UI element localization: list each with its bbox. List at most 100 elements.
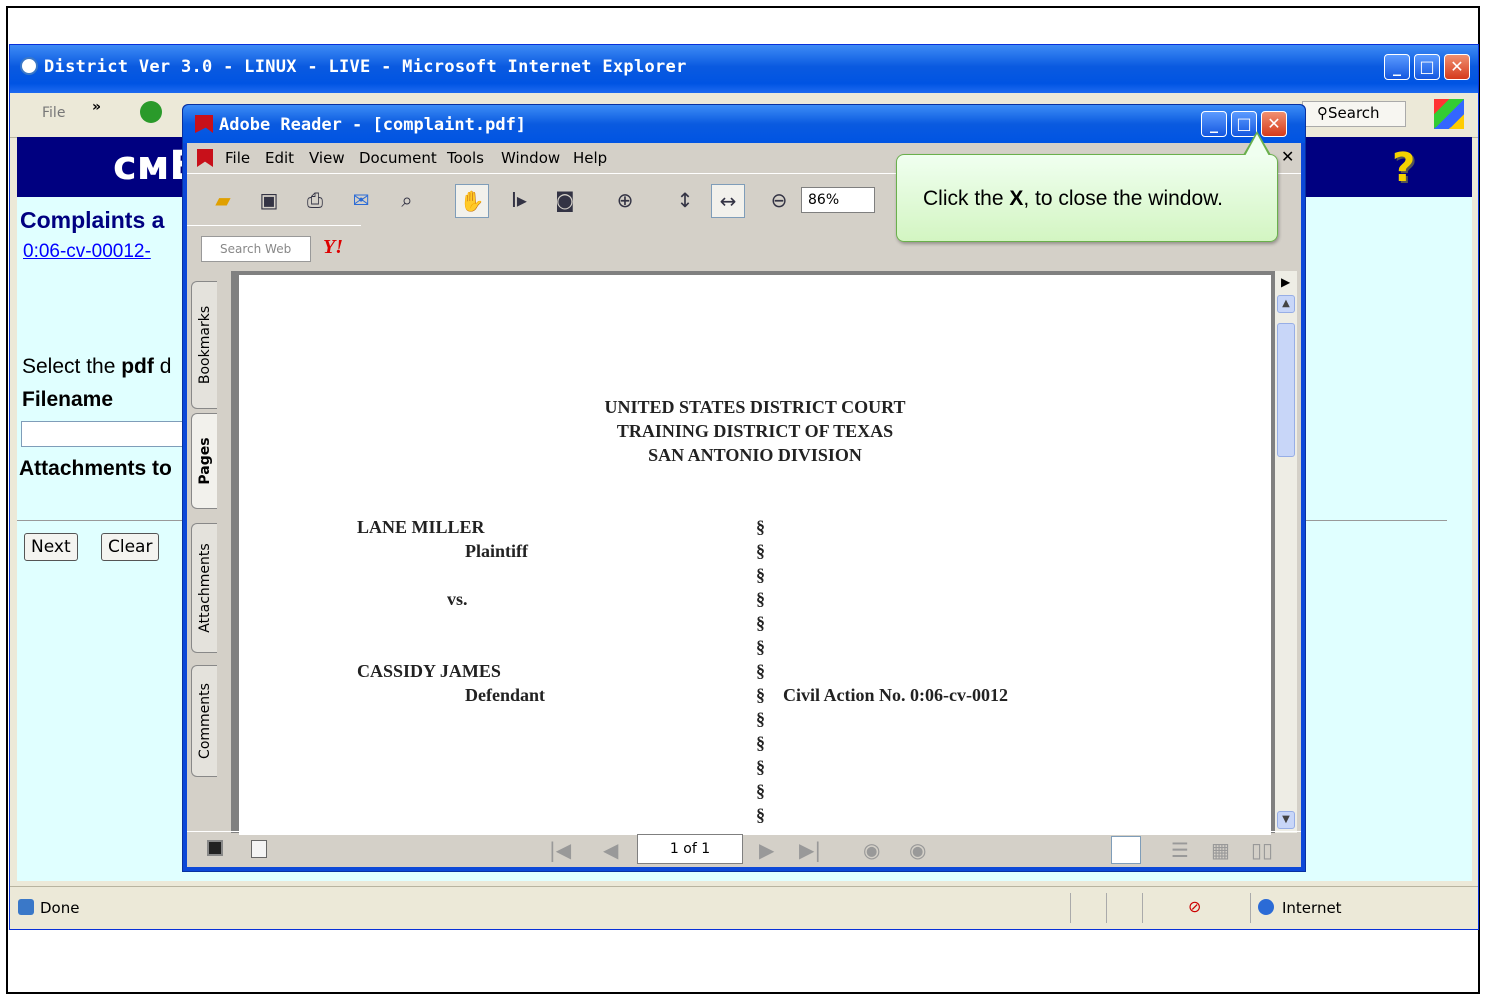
status-divider <box>1142 893 1143 923</box>
scroll-up-icon[interactable]: ▲ <box>1277 295 1295 313</box>
adobe-icon <box>195 115 213 133</box>
continuous-facing-icon[interactable]: ▦ <box>1211 838 1230 862</box>
section-mark: § <box>756 565 765 585</box>
section-mark: § <box>756 517 765 537</box>
callout-pointer-fill <box>1245 134 1269 156</box>
clear-button[interactable]: Clear <box>101 533 160 561</box>
defendant-role: Defendant <box>465 685 545 705</box>
document-viewport[interactable]: UNITED STATES DISTRICT COURT TRAINING DI… <box>231 271 1275 835</box>
close-button[interactable]: ✕ <box>1444 54 1470 80</box>
ie-icon <box>20 57 38 75</box>
next-button[interactable]: Next <box>24 533 78 561</box>
section-mark: § <box>756 661 765 681</box>
single-page-icon[interactable] <box>1111 836 1141 864</box>
scroll-thumb[interactable] <box>1277 323 1295 457</box>
scroll-down-icon[interactable]: ▼ <box>1277 811 1295 829</box>
section-mark: § <box>756 637 765 657</box>
snapshot-icon[interactable]: ◙ <box>551 186 579 214</box>
court-line: TRAINING DISTRICT OF TEXAS <box>616 421 894 441</box>
status-divider <box>1250 893 1251 923</box>
navigation-tabs: Bookmarks Pages Attachments Comments <box>187 271 217 831</box>
section-mark: § <box>756 589 765 609</box>
status-divider <box>1070 893 1071 923</box>
print-icon[interactable]: ⎙ <box>301 186 329 214</box>
options-arrow-icon[interactable]: ▶ <box>1281 275 1290 289</box>
callout-text: Click the X, to close the window. <box>923 187 1223 210</box>
last-page-icon[interactable]: ▶| <box>799 838 821 862</box>
ie-window-title: District Ver 3.0 - LINUX - LIVE - Micros… <box>44 57 687 77</box>
screen-icon[interactable] <box>207 840 223 856</box>
zoom-out-icon[interactable]: ⊖ <box>765 186 793 214</box>
next-page-icon[interactable]: ▶ <box>759 838 774 862</box>
save-icon[interactable]: ▣ <box>255 186 283 214</box>
next-view-icon[interactable]: ◉ <box>909 838 926 862</box>
menu-edit[interactable]: Edit <box>265 149 294 167</box>
court-line: SAN ANTONIO DIVISION <box>648 445 862 465</box>
windows-logo <box>1434 99 1464 129</box>
file-menu[interactable]: File <box>42 105 65 121</box>
zoom-field[interactable]: 86% <box>801 187 875 213</box>
find-icon[interactable]: ⌕ <box>393 186 421 214</box>
filename-label: Filename <box>22 388 114 411</box>
yahoo-icon[interactable]: Y! <box>323 236 343 259</box>
menu-help[interactable]: Help <box>573 149 607 167</box>
section-mark: § <box>756 805 765 825</box>
tab-comments[interactable]: Comments <box>191 665 217 777</box>
search-web-input[interactable]: Search Web <box>201 236 311 262</box>
tab-pages[interactable]: Pages <box>191 413 217 509</box>
pdf-page: UNITED STATES DISTRICT COURT TRAINING DI… <box>239 275 1271 835</box>
section-mark: § <box>756 541 765 561</box>
court-line: UNITED STATES DISTRICT COURT <box>604 397 906 417</box>
reader-body: File Edit View Document Tools Window Hel… <box>187 143 1301 867</box>
search-web-toolbar: Search Web Y! <box>187 225 361 268</box>
email-icon[interactable]: ✉ <box>347 186 375 214</box>
tab-attachments[interactable]: Attachments <box>191 523 217 653</box>
previous-page-icon[interactable]: ◀ <box>603 838 618 862</box>
minimize-button[interactable]: _ <box>1384 54 1410 80</box>
menu-document[interactable]: Document <box>359 149 437 167</box>
versus: vs. <box>447 589 468 609</box>
page-number-field[interactable]: 1 of 1 <box>637 834 743 864</box>
menu-overflow-icon[interactable]: » <box>92 99 101 115</box>
vertical-scrollbar[interactable]: ▶ ▲ ▼ <box>1275 271 1297 833</box>
maximize-button[interactable]: □ <box>1414 54 1440 80</box>
first-page-icon[interactable]: |◀ <box>549 838 571 862</box>
section-mark: § <box>756 613 765 633</box>
instruction-callout: Click the X, to close the window. <box>896 131 1278 242</box>
ie-title-bar: District Ver 3.0 - LINUX - LIVE - Micros… <box>10 45 1478 93</box>
reader-window-title: Adobe Reader - [complaint.pdf] <box>219 115 527 135</box>
facing-icon[interactable]: ▯▯ <box>1251 838 1273 862</box>
select-instruction: Select the pdf d <box>22 355 172 378</box>
case-number-link[interactable]: 0:06-cv-00012- <box>23 241 151 263</box>
status-divider <box>1106 893 1107 923</box>
section-mark: § <box>756 733 765 753</box>
search-button[interactable]: ⚲Search <box>1302 101 1406 127</box>
reader-status-bar: |◀ ◀ 1 of 1 ▶ ▶| ◉ ◉ ☰ ▦ ▯▯ <box>187 831 1301 868</box>
plaintiff-role: Plaintiff <box>465 541 528 561</box>
close-document-icon[interactable]: ✕ <box>1281 147 1294 166</box>
page-size-icon[interactable] <box>251 840 267 858</box>
open-icon[interactable]: ▰ <box>209 186 237 214</box>
help-icon[interactable]: ? <box>1392 145 1432 191</box>
previous-view-icon[interactable]: ◉ <box>863 838 880 862</box>
menu-view[interactable]: View <box>309 149 345 167</box>
select-text-icon[interactable]: I▸ <box>505 186 533 214</box>
plaintiff-name: LANE MILLER <box>357 517 485 537</box>
zoom-in-icon[interactable]: ⊕ <box>611 186 639 214</box>
menu-window[interactable]: Window <box>501 149 560 167</box>
back-icon[interactable] <box>140 101 162 123</box>
document-icon <box>197 149 213 167</box>
menu-file[interactable]: File <box>225 149 250 167</box>
privacy-icon[interactable]: ⊘ <box>1188 897 1201 916</box>
section-mark: § <box>756 685 765 705</box>
continuous-icon[interactable]: ☰ <box>1171 838 1189 862</box>
section-mark: § <box>756 781 765 801</box>
attachments-label: Attachments to <box>19 457 172 480</box>
tab-bookmarks[interactable]: Bookmarks <box>191 281 217 409</box>
fit-page-icon[interactable]: ↕ <box>671 186 699 214</box>
fit-width-icon[interactable]: ↔ <box>711 184 745 218</box>
reader-title-bar: Adobe Reader - [complaint.pdf] _ □ ✕ <box>183 105 1305 143</box>
hand-tool-icon[interactable]: ✋ <box>455 184 489 218</box>
reader-minimize-button[interactable]: _ <box>1201 111 1227 137</box>
menu-tools[interactable]: Tools <box>447 149 484 167</box>
